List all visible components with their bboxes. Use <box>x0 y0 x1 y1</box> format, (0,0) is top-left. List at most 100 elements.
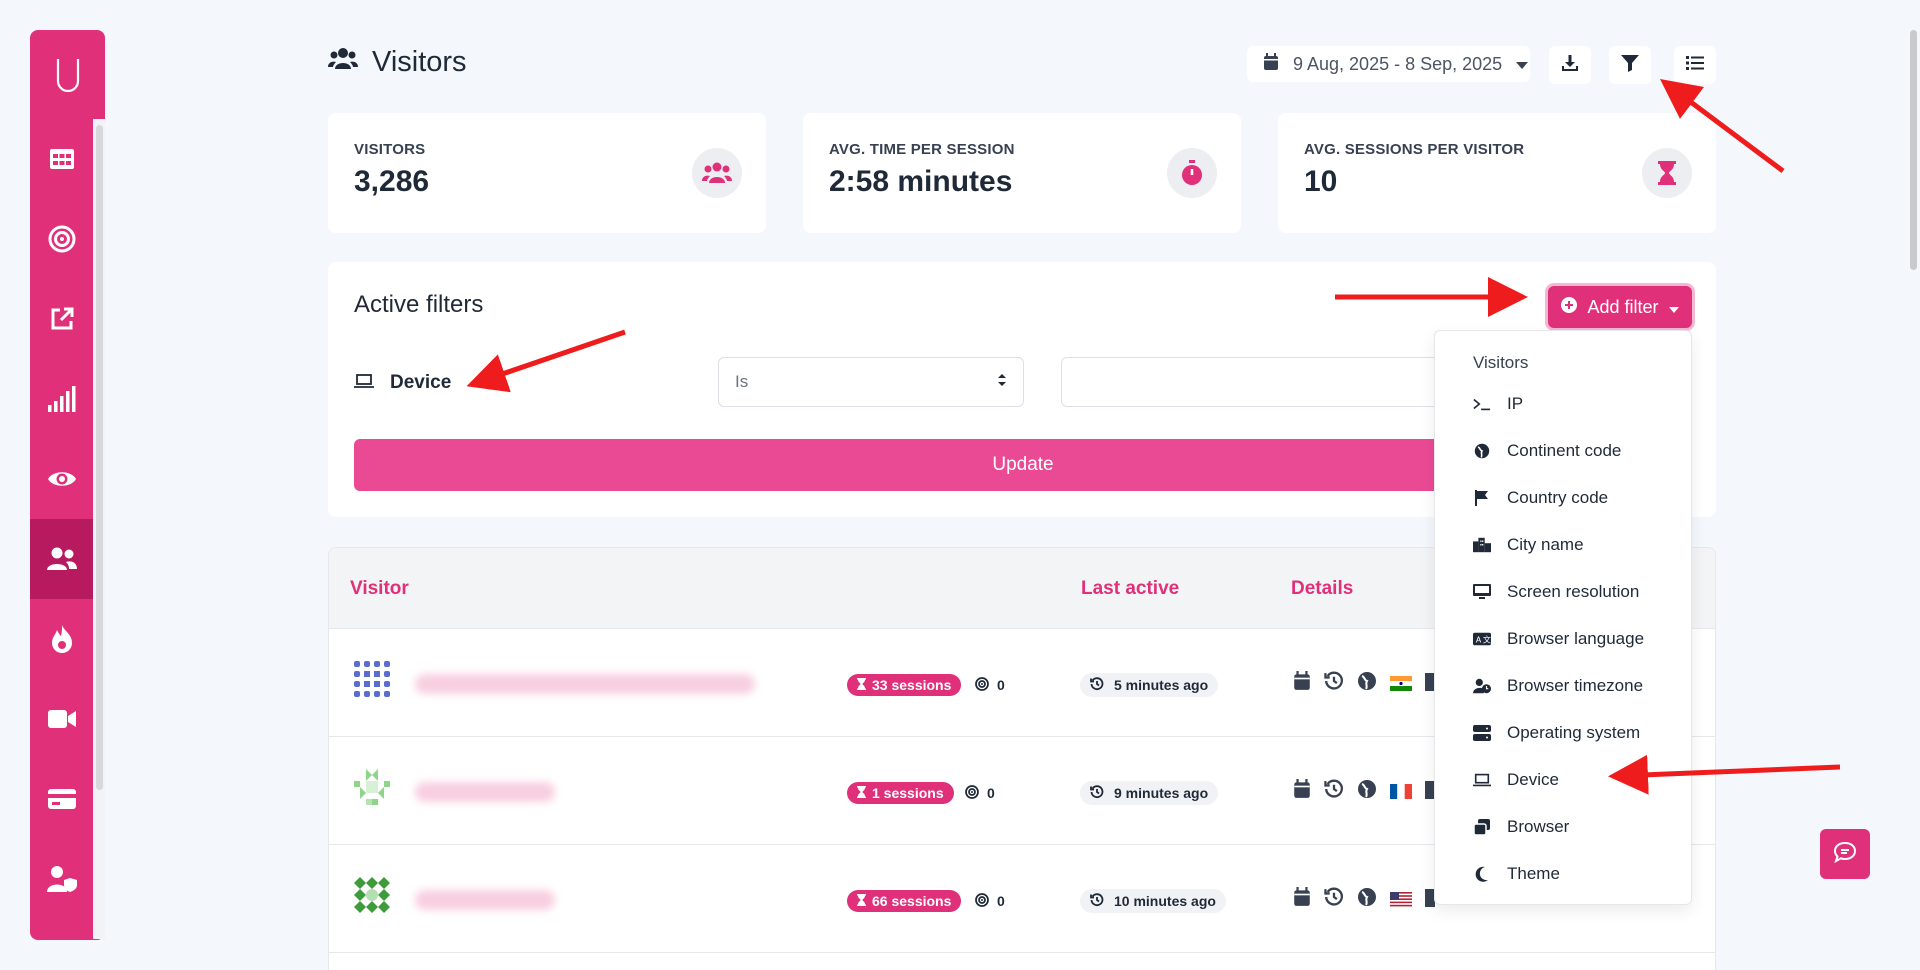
filter-button[interactable] <box>1609 46 1651 84</box>
goals-count: 0 <box>965 782 995 804</box>
windows-icon <box>1473 819 1491 835</box>
stat-card-visitors: VISITORS 3,286 <box>328 113 766 233</box>
svg-text:文: 文 <box>1483 635 1491 645</box>
nav-eye-icon[interactable] <box>30 439 93 519</box>
dropdown-item-theme[interactable]: Theme <box>1473 859 1560 889</box>
stat-card-avg-sessions: AVG. SESSIONS PER VISITOR 10 <box>1278 113 1716 233</box>
nav-fire-icon[interactable] <box>30 599 93 679</box>
nav-grid-icon[interactable] <box>30 119 93 199</box>
hourglass-icon <box>857 893 866 909</box>
calendar-icon[interactable] <box>1293 779 1311 804</box>
dropdown-item-browser-language[interactable]: A文 Browser language <box>1473 624 1644 654</box>
users-icon <box>692 148 742 198</box>
select-arrows-icon <box>997 372 1007 392</box>
dropdown-item-label: Browser timezone <box>1507 676 1644 695</box>
nav-external-link-icon[interactable] <box>30 279 93 359</box>
user-clock-icon <box>1473 678 1491 694</box>
globe-icon[interactable] <box>1357 671 1377 696</box>
nav-video-icon[interactable] <box>30 679 93 759</box>
column-header-last-active[interactable]: Last active <box>1081 578 1179 600</box>
logo[interactable] <box>30 30 105 119</box>
language-icon: A文 <box>1473 632 1491 646</box>
calendar-icon <box>1263 52 1279 76</box>
goals-value: 0 <box>997 893 1005 909</box>
dropdown-item-city-name[interactable]: City name <box>1473 530 1584 560</box>
globe-icon <box>1473 443 1491 459</box>
goals-count: 0 <box>975 674 1005 696</box>
filter-device-label: Device <box>354 372 451 394</box>
dropdown-item-browser[interactable]: Browser <box>1473 812 1569 842</box>
dropdown-item-label: Browser language <box>1507 629 1645 648</box>
page-scrollbar-thumb[interactable] <box>1910 30 1917 270</box>
dropdown-item-country-code[interactable]: Country code <box>1473 483 1608 513</box>
stat-value: 2:58 minutes <box>829 165 1013 198</box>
history-icon[interactable] <box>1324 779 1344 804</box>
add-filter-button[interactable]: Add filter <box>1548 286 1692 328</box>
globe-icon[interactable] <box>1357 779 1377 804</box>
hourglass-icon <box>857 677 866 693</box>
calendar-icon[interactable] <box>1293 887 1311 912</box>
sessions-badge[interactable]: 66 sessions <box>847 890 962 912</box>
sessions-count: 1 sessions <box>872 785 944 801</box>
dropdown-item-label: Device <box>1507 770 1559 789</box>
column-header-visitor[interactable]: Visitor <box>350 578 409 600</box>
add-filter-label: Add filter <box>1587 296 1659 317</box>
chat-icon <box>1833 841 1857 868</box>
active-filters-title: Active filters <box>354 291 484 318</box>
stat-label: AVG. SESSIONS PER VISITOR <box>1304 141 1525 158</box>
row-details <box>1293 887 1435 912</box>
history-icon[interactable] <box>1324 887 1344 912</box>
last-active-text: 10 minutes ago <box>1114 893 1216 909</box>
nav-users-icon[interactable] <box>30 519 93 599</box>
filter-operator-select[interactable]: Is <box>718 357 1024 407</box>
last-active-pill: 5 minutes ago <box>1080 673 1219 697</box>
plus-circle-icon <box>1561 296 1578 318</box>
sessions-count: 66 sessions <box>872 893 952 909</box>
filter-device-text: Device <box>390 372 452 393</box>
sidebar-scrollbar-thumb[interactable] <box>96 125 103 790</box>
dropdown-item-device[interactable]: Device <box>1473 765 1559 795</box>
svg-text:A: A <box>1476 635 1482 645</box>
stat-label: VISITORS <box>354 141 426 158</box>
dropdown-item-ip[interactable]: IP <box>1473 389 1523 419</box>
flag-france-icon <box>1390 784 1412 799</box>
history-icon[interactable] <box>1324 671 1344 696</box>
page-title-text: Visitors <box>372 46 467 78</box>
dropdown-item-label: IP <box>1507 394 1524 413</box>
globe-icon[interactable] <box>1357 887 1377 912</box>
sidebar <box>30 30 105 940</box>
list-view-button[interactable] <box>1674 46 1716 84</box>
history-icon <box>1090 676 1104 694</box>
chat-button[interactable] <box>1820 829 1870 879</box>
users-icon <box>328 46 358 79</box>
last-active-pill: 10 minutes ago <box>1080 889 1226 913</box>
nav-signal-icon[interactable] <box>30 359 93 439</box>
goals-value: 0 <box>987 785 995 801</box>
visitor-name-redacted <box>415 782 555 802</box>
flag-icon <box>1473 490 1491 506</box>
sessions-badge[interactable]: 33 sessions <box>847 674 962 696</box>
sessions-badge[interactable]: 1 sessions <box>847 782 954 804</box>
dropdown-item-label: Country code <box>1507 488 1609 507</box>
page-scrollbar[interactable] <box>1908 30 1920 270</box>
dropdown-item-operating-system[interactable]: Operating system <box>1473 718 1640 748</box>
goals-count: 0 <box>975 890 1005 912</box>
calendar-icon[interactable] <box>1293 671 1311 696</box>
nav-target-icon[interactable] <box>30 199 93 279</box>
nav-card-icon[interactable] <box>30 759 93 839</box>
stat-card-avg-time: AVG. TIME PER SESSION 2:58 minutes <box>803 113 1241 233</box>
download-button[interactable] <box>1549 46 1591 84</box>
caret-down-icon <box>1516 54 1529 75</box>
laptop-icon <box>1473 773 1491 787</box>
last-active-pill: 9 minutes ago <box>1080 781 1219 805</box>
dropdown-item-continent-code[interactable]: Continent code <box>1473 436 1621 466</box>
stat-value: 3,286 <box>354 165 430 198</box>
dropdown-item-screen-resolution[interactable]: Screen resolution <box>1473 577 1639 607</box>
dropdown-item-browser-timezone[interactable]: Browser timezone <box>1473 671 1643 701</box>
hourglass-icon <box>1642 148 1692 198</box>
nav-user-shield-icon[interactable] <box>30 839 93 919</box>
moon-icon <box>1473 866 1491 882</box>
date-range-picker[interactable]: 9 Aug, 2025 - 8 Sep, 2025 <box>1247 46 1530 82</box>
goals-value: 0 <box>997 677 1005 693</box>
terminal-icon <box>1473 397 1491 411</box>
